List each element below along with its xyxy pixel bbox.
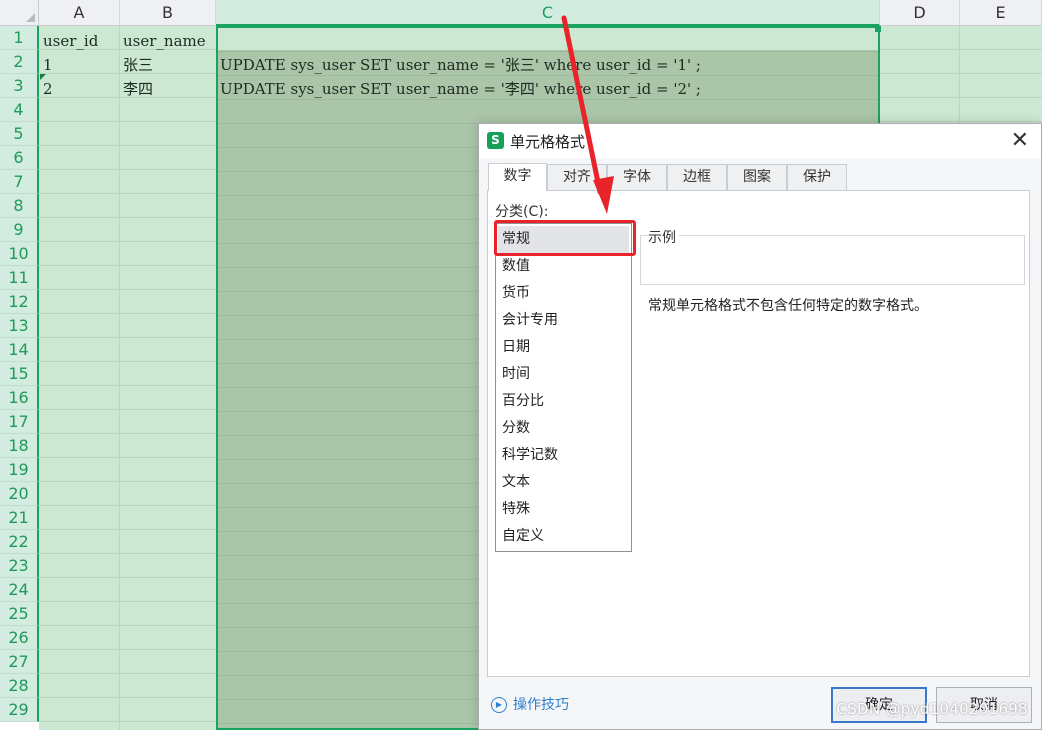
row-header[interactable]: 25 <box>0 602 39 626</box>
row-header[interactable]: 15 <box>0 362 39 386</box>
category-text[interactable]: 文本 <box>498 469 629 496</box>
cell-c1[interactable] <box>218 28 878 50</box>
row-header[interactable]: 28 <box>0 674 39 698</box>
cell-a1[interactable]: user_id <box>43 29 98 53</box>
fill-handle[interactable] <box>875 26 881 32</box>
row-header[interactable]: 24 <box>0 578 39 602</box>
annotation-highlight-box <box>494 220 636 256</box>
cell-c3[interactable]: UPDATE sys_user SET user_name = '李四' whe… <box>220 77 701 101</box>
category-percentage[interactable]: 百分比 <box>498 388 629 415</box>
row-header[interactable]: 21 <box>0 506 39 530</box>
row-header[interactable]: 17 <box>0 410 39 434</box>
row-header[interactable]: 19 <box>0 458 39 482</box>
cell-b2[interactable]: 张三 <box>123 53 153 77</box>
tips-link-label: 操作技巧 <box>513 697 569 713</box>
row-header[interactable]: 29 <box>0 698 39 722</box>
play-circle-icon: ▶ <box>491 697 507 713</box>
row-header[interactable]: 22 <box>0 530 39 554</box>
cell-a3[interactable]: 2 <box>43 77 53 101</box>
category-accounting[interactable]: 会计专用 <box>498 307 629 334</box>
row-header[interactable]: 4 <box>0 98 39 122</box>
row-header[interactable]: 1 <box>0 26 39 50</box>
dialog-titlebar[interactable]: S 单元格格式 ✕ <box>479 124 1041 158</box>
category-time[interactable]: 时间 <box>498 361 629 388</box>
row-header[interactable]: 27 <box>0 650 39 674</box>
tab-number[interactable]: 数字 <box>488 163 547 191</box>
row-header[interactable]: 26 <box>0 626 39 650</box>
row-header[interactable]: 3 <box>0 74 39 98</box>
sample-preview <box>640 235 1025 285</box>
tab-alignment[interactable]: 对齐 <box>547 164 607 190</box>
category-scientific[interactable]: 科学记数 <box>498 442 629 469</box>
column-header-a[interactable]: A <box>39 0 120 26</box>
category-custom[interactable]: 自定义 <box>498 523 629 550</box>
column-header-c[interactable]: C <box>216 0 880 26</box>
column-header-e[interactable]: E <box>960 0 1042 26</box>
category-currency[interactable]: 货币 <box>498 280 629 307</box>
row-header[interactable]: 9 <box>0 218 39 242</box>
row-header[interactable]: 18 <box>0 434 39 458</box>
category-special[interactable]: 特殊 <box>498 496 629 523</box>
tab-border[interactable]: 边框 <box>667 164 727 190</box>
number-tab-panel: 分类(C): 常规 数值 货币 会计专用 日期 时间 百分比 分数 科学记数 文… <box>487 190 1030 677</box>
cell-b3[interactable]: 李四 <box>123 77 153 101</box>
row-header[interactable]: 20 <box>0 482 39 506</box>
row-header[interactable]: 13 <box>0 314 39 338</box>
row-header[interactable]: 5 <box>0 122 39 146</box>
close-icon[interactable]: ✕ <box>1011 128 1029 154</box>
category-list[interactable]: 常规 数值 货币 会计专用 日期 时间 百分比 分数 科学记数 文本 特殊 自定… <box>494 220 636 552</box>
row-header[interactable]: 16 <box>0 386 39 410</box>
row-header[interactable]: 12 <box>0 290 39 314</box>
column-header-d[interactable]: D <box>880 0 960 26</box>
cell-c2[interactable]: UPDATE sys_user SET user_name = '张三' whe… <box>220 53 701 77</box>
wps-app-icon: S <box>487 132 504 149</box>
row-header[interactable]: 11 <box>0 266 39 290</box>
tab-pattern[interactable]: 图案 <box>727 164 787 190</box>
tab-font[interactable]: 字体 <box>607 164 667 190</box>
sample-label: 示例 <box>648 227 679 247</box>
row-header[interactable]: 10 <box>0 242 39 266</box>
category-number[interactable]: 数值 <box>498 253 629 280</box>
format-cells-dialog: S 单元格格式 ✕ 数字 对齐 字体 边框 图案 保护 分类(C): 常规 数值… <box>478 123 1042 730</box>
tab-protection[interactable]: 保护 <box>787 164 847 190</box>
column-header-b[interactable]: B <box>120 0 216 26</box>
row-header[interactable]: 8 <box>0 194 39 218</box>
dialog-title: 单元格格式 <box>510 133 586 151</box>
row-header[interactable]: 2 <box>0 50 39 74</box>
category-label: 分类(C): <box>495 204 549 220</box>
category-date[interactable]: 日期 <box>498 334 629 361</box>
row-header[interactable]: 7 <box>0 170 39 194</box>
select-all-corner[interactable] <box>0 0 39 26</box>
watermark: CSDN @pyd1040201698 <box>836 700 1028 718</box>
error-indicator-icon <box>40 74 46 80</box>
row-header[interactable]: 6 <box>0 146 39 170</box>
row-header[interactable]: 14 <box>0 338 39 362</box>
category-fraction[interactable]: 分数 <box>498 415 629 442</box>
format-description: 常规单元格格式不包含任何特定的数字格式。 <box>648 298 928 314</box>
tips-link[interactable]: ▶ 操作技巧 <box>491 694 569 714</box>
row-header[interactable]: 23 <box>0 554 39 578</box>
cell-b1[interactable]: user_name <box>123 29 206 53</box>
